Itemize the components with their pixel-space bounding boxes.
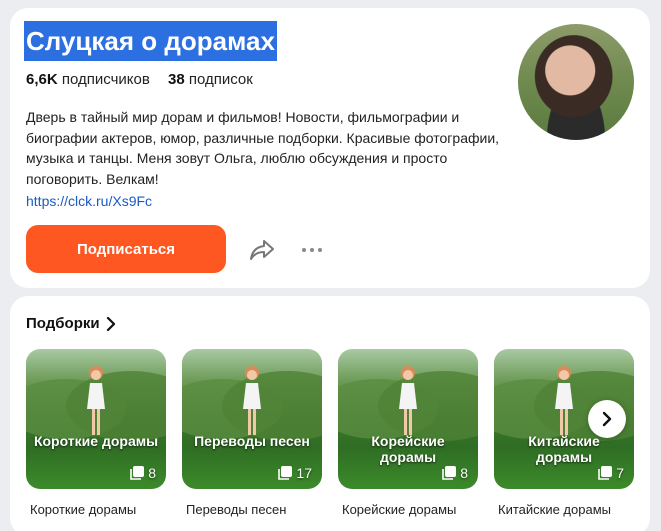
page-title-wrap: Слуцкая о дорамах (24, 21, 277, 67)
collections-title: Подборки (26, 315, 100, 332)
collection-tile-count-value: 8 (148, 465, 156, 481)
subscriptions-count[interactable]: 38 (168, 71, 185, 88)
subscribe-button[interactable]: Подписаться (26, 225, 226, 273)
avatar (518, 24, 634, 140)
chevron-right-icon (106, 316, 115, 331)
collection-tile-count: 8 (442, 465, 468, 481)
collection-tile[interactable]: Переводы песен 17 (182, 349, 322, 489)
profile-description: Дверь в тайный мир дорам и фильмов! Ново… (26, 109, 500, 187)
collections-header[interactable]: Подборки (26, 315, 116, 332)
collection-tile-caption[interactable]: Переводы песен (186, 502, 286, 517)
collection-tile[interactable]: Корейские дорамы 8 (338, 349, 478, 489)
share-button[interactable] (247, 236, 277, 264)
collection-tile-caption[interactable]: Корейские дорамы (342, 502, 456, 517)
collection-tile[interactable]: Короткие дорамы 8 (26, 349, 166, 489)
share-icon (250, 240, 274, 260)
girl-figure-icon (399, 366, 417, 435)
collections-card: Подборки Короткие дорамы 8 Короткие дора… (10, 296, 650, 531)
subscribers-label[interactable]: подписчиков (62, 71, 150, 88)
collection-tile-title: Переводы песен (194, 433, 310, 449)
page-title: Слуцкая о дорамах (24, 21, 277, 61)
collection-tile-count-value: 8 (460, 465, 468, 481)
stack-icon (130, 466, 145, 480)
collection-tile-count: 8 (130, 465, 156, 481)
collection-tile-count-value: 17 (296, 465, 312, 481)
collection-tile-title: Китайские дорамы (528, 433, 600, 465)
stack-icon (598, 466, 613, 480)
stack-icon (278, 466, 293, 480)
girl-figure-icon (243, 366, 261, 435)
carousel-next-button[interactable] (588, 400, 626, 438)
collection-tile-count: 17 (278, 465, 312, 481)
subscribers-count[interactable]: 6,6K (26, 71, 58, 88)
profile-card: Слуцкая о дорамах 6,6K подписчиков 38 по… (10, 8, 650, 288)
stack-icon (442, 466, 457, 480)
collection-tile-count: 7 (598, 465, 624, 481)
subscriptions-label[interactable]: подписок (189, 71, 253, 88)
more-button[interactable] (298, 236, 326, 264)
more-icon (302, 248, 322, 252)
collection-tile-count-value: 7 (616, 465, 624, 481)
collection-tile-caption[interactable]: Китайские дорамы (498, 502, 611, 517)
collection-tile-title: Корейские дорамы (371, 433, 445, 465)
profile-stats: 6,6K подписчиков 38 подписок (26, 71, 267, 88)
collection-tile-caption[interactable]: Короткие дорамы (30, 502, 136, 517)
collection-tile-title: Короткие дорамы (33, 433, 159, 449)
profile-link[interactable]: https://clck.ru/Xs9Fc (26, 193, 152, 209)
girl-figure-icon (555, 366, 573, 435)
girl-figure-icon (87, 366, 105, 435)
chevron-right-icon (602, 411, 612, 427)
